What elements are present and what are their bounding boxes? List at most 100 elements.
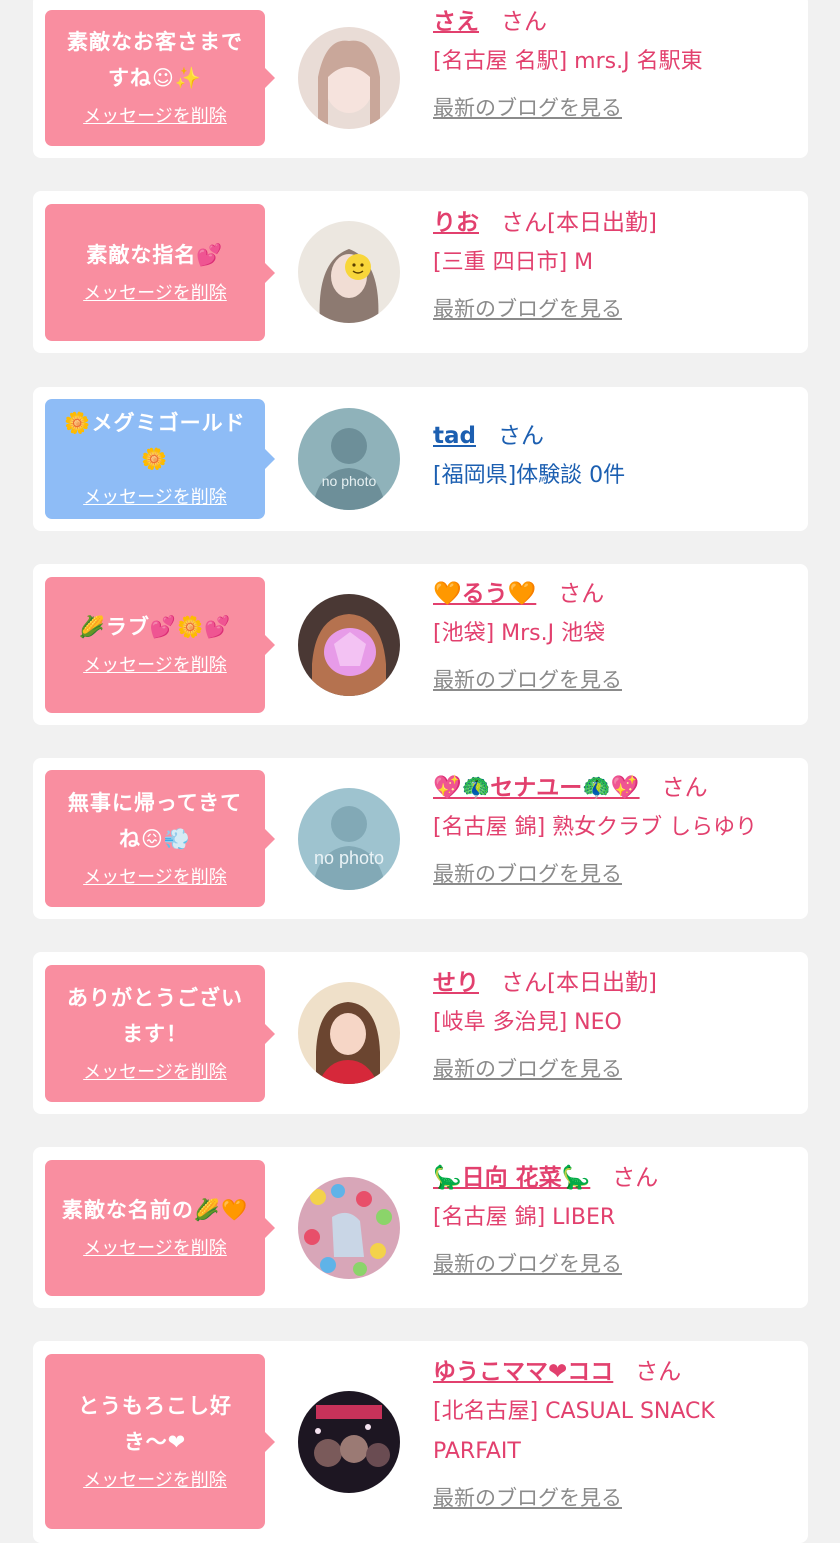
delete-message-link[interactable]: メッセージを削除: [83, 102, 227, 132]
shop-line: [名古屋 錦] 熟女クラブ しらゆり: [433, 815, 758, 840]
message-text: とうもろこし好 き〜❤: [78, 1388, 232, 1460]
member-info: ゆうこママ❤ココ さん [北名古屋] CASUAL SNACK PARFAIT 最…: [433, 1352, 803, 1518]
message-card: 無事に帰ってきて ね😖💨 メッセージを削除 no photo 💖🦚セナユー🦚💖 さ…: [33, 758, 808, 919]
message-line: き〜❤: [123, 1429, 187, 1454]
delete-message-link[interactable]: メッセージを削除: [83, 279, 227, 309]
message-card: ありがとうござい ます！ メッセージを削除 せり さん[本日出勤] [岐阜 多治見…: [33, 952, 808, 1114]
member-name-link[interactable]: 🦕日向 花菜🦕: [433, 1165, 590, 1191]
member-info: 🦕日向 花菜🦕 さん [名古屋 錦] LIBER 最新のブログを見る: [433, 1158, 803, 1284]
member-name-link[interactable]: tad: [433, 423, 476, 449]
shop-info: [北名古屋] CASUAL SNACK PARFAIT: [433, 1392, 803, 1472]
shop-line: [福岡県]体験談 0件: [433, 463, 626, 488]
member-info: tad さん [福岡県]体験談 0件: [433, 416, 803, 496]
member-name-link[interactable]: ゆうこママ❤ココ: [433, 1359, 613, 1385]
message-card: とうもろこし好 き〜❤ メッセージを削除 ゆうこママ❤ココ さん [北名古屋] C…: [33, 1341, 808, 1543]
avatar[interactable]: [298, 221, 400, 323]
shop-line: [名古屋 名駅] mrs.J 名駅東: [433, 49, 703, 74]
member-name-link[interactable]: りお: [433, 210, 479, 236]
no-photo-label: no photo: [314, 848, 384, 868]
honorific: さん[本日出勤]: [501, 970, 657, 996]
message-line: ありがとうござい: [67, 985, 243, 1010]
name-row: tad さん: [433, 416, 803, 456]
member-name-link[interactable]: 🧡るう🧡: [433, 581, 536, 607]
name-row: せり さん[本日出勤]: [433, 963, 803, 1003]
shop-info: [三重 四日市] M: [433, 243, 803, 283]
shop-line: [三重 四日市] M: [433, 250, 594, 275]
message-bubble: 🌼メグミゴールド 🌼 メッセージを削除: [45, 399, 275, 519]
avatar[interactable]: [298, 1391, 400, 1493]
message-text: 素敵な指名💕: [86, 237, 223, 273]
message-bubble: ありがとうござい ます！ メッセージを削除: [45, 965, 275, 1102]
message-line: ね😖💨: [118, 826, 192, 851]
name-row: 💖🦚セナユー🦚💖 さん: [433, 768, 803, 808]
honorific: さん: [612, 1165, 659, 1191]
honorific: さん: [501, 9, 547, 35]
honorific: さん: [497, 423, 544, 449]
latest-blog-link[interactable]: 最新のブログを見る: [433, 854, 803, 894]
message-card: 🌽ラブ💕🌼💕 メッセージを削除 🧡るう🧡 さん [池袋] Mrs.J 池袋 最新の…: [33, 564, 808, 725]
shop-info: [名古屋 名駅] mrs.J 名駅東: [433, 42, 803, 82]
latest-blog-link[interactable]: 最新のブログを見る: [433, 88, 803, 128]
shop-line: [北名古屋] CASUAL SNACK: [433, 1399, 715, 1424]
shop-info: [名古屋 錦] 熟女クラブ しらゆり: [433, 808, 803, 848]
message-text: 無事に帰ってきて ね😖💨: [68, 785, 242, 857]
message-bubble: 素敵なお客さまで すね☺✨ メッセージを削除: [45, 10, 275, 146]
delete-message-link[interactable]: メッセージを削除: [83, 483, 227, 513]
member-name-link[interactable]: せり: [433, 970, 479, 996]
latest-blog-link[interactable]: 最新のブログを見る: [433, 660, 803, 700]
message-line: 🌼: [141, 447, 169, 471]
shop-info: [岐阜 多治見] NEO: [433, 1003, 803, 1043]
message-line: とうもろこし好: [78, 1393, 232, 1418]
name-row: ゆうこママ❤ココ さん: [433, 1352, 803, 1392]
delete-message-link[interactable]: メッセージを削除: [83, 651, 227, 681]
avatar[interactable]: [298, 27, 400, 129]
message-card: 素敵な指名💕 メッセージを削除 りお さん[本日出勤] [三重 四日市] M 最新…: [33, 191, 808, 353]
shop-info: [名古屋 錦] LIBER: [433, 1198, 803, 1238]
latest-blog-link[interactable]: 最新のブログを見る: [433, 1049, 803, 1089]
message-line: 🌼メグミゴールド: [64, 411, 246, 435]
message-text: ありがとうござい ます！: [67, 980, 243, 1052]
delete-message-link[interactable]: メッセージを削除: [83, 1058, 227, 1088]
message-line: 素敵なお客さまで: [67, 30, 243, 54]
latest-blog-link[interactable]: 最新のブログを見る: [433, 1478, 803, 1518]
message-bubble: 無事に帰ってきて ね😖💨 メッセージを削除: [45, 770, 275, 907]
message-line: ます！: [122, 1021, 188, 1046]
latest-blog-link[interactable]: 最新のブログを見る: [433, 1244, 803, 1284]
no-photo-label: no photo: [322, 473, 377, 489]
message-line: 無事に帰ってきて: [67, 790, 243, 815]
avatar[interactable]: [298, 982, 400, 1084]
delete-message-link[interactable]: メッセージを削除: [83, 863, 227, 893]
honorific: さん[本日出勤]: [501, 210, 657, 236]
message-card: 🌼メグミゴールド 🌼 メッセージを削除 no photo tad さん [福岡県]…: [33, 387, 808, 531]
shop-line: [岐阜 多治見] NEO: [433, 1010, 622, 1035]
message-list: 素敵なお客さまで すね☺✨ メッセージを削除 さえ さん [名古屋 名駅] mrs…: [0, 0, 840, 1543]
message-text: 素敵なお客さまで すね☺✨: [67, 24, 243, 96]
no-photo-avatar[interactable]: no photo: [298, 408, 400, 510]
member-name-link[interactable]: 💖🦚セナユー🦚💖: [433, 775, 640, 801]
name-row: りお さん[本日出勤]: [433, 203, 803, 243]
no-photo-avatar[interactable]: no photo: [298, 788, 400, 890]
message-card: 素敵なお客さまで すね☺✨ メッセージを削除 さえ さん [名古屋 名駅] mrs…: [33, 0, 808, 158]
delete-message-link[interactable]: メッセージを削除: [83, 1466, 227, 1496]
avatar[interactable]: [298, 594, 400, 696]
member-info: 💖🦚セナユー🦚💖 さん [名古屋 錦] 熟女クラブ しらゆり 最新のブログを見る: [433, 768, 803, 894]
avatar[interactable]: [298, 1177, 400, 1279]
delete-message-link[interactable]: メッセージを削除: [83, 1234, 227, 1264]
name-row: 🦕日向 花菜🦕 さん: [433, 1158, 803, 1198]
member-name-link[interactable]: さえ: [433, 9, 479, 35]
member-info: せり さん[本日出勤] [岐阜 多治見] NEO 最新のブログを見る: [433, 963, 803, 1089]
message-text: 素敵な名前の🌽🧡: [62, 1192, 248, 1228]
message-line: すね☺✨: [107, 66, 203, 90]
message-line: 🌽ラブ💕🌼💕: [78, 615, 232, 639]
message-card: 素敵な名前の🌽🧡 メッセージを削除 🦕日向 花菜🦕 さん [名古屋 錦] LIBE…: [33, 1147, 808, 1308]
name-row: さえ さん: [433, 2, 803, 42]
message-bubble: 素敵な指名💕 メッセージを削除: [45, 204, 275, 341]
latest-blog-link[interactable]: 最新のブログを見る: [433, 289, 803, 329]
member-info: 🧡るう🧡 さん [池袋] Mrs.J 池袋 最新のブログを見る: [433, 574, 803, 700]
message-text: 🌼メグミゴールド 🌼: [64, 405, 245, 477]
message-line: 素敵な名前の🌽🧡: [61, 1198, 249, 1222]
name-row: 🧡るう🧡 さん: [433, 574, 803, 614]
message-bubble: 素敵な名前の🌽🧡 メッセージを削除: [45, 1160, 275, 1296]
message-bubble: 🌽ラブ💕🌼💕 メッセージを削除: [45, 577, 275, 713]
message-bubble: とうもろこし好 き〜❤ メッセージを削除: [45, 1354, 275, 1529]
